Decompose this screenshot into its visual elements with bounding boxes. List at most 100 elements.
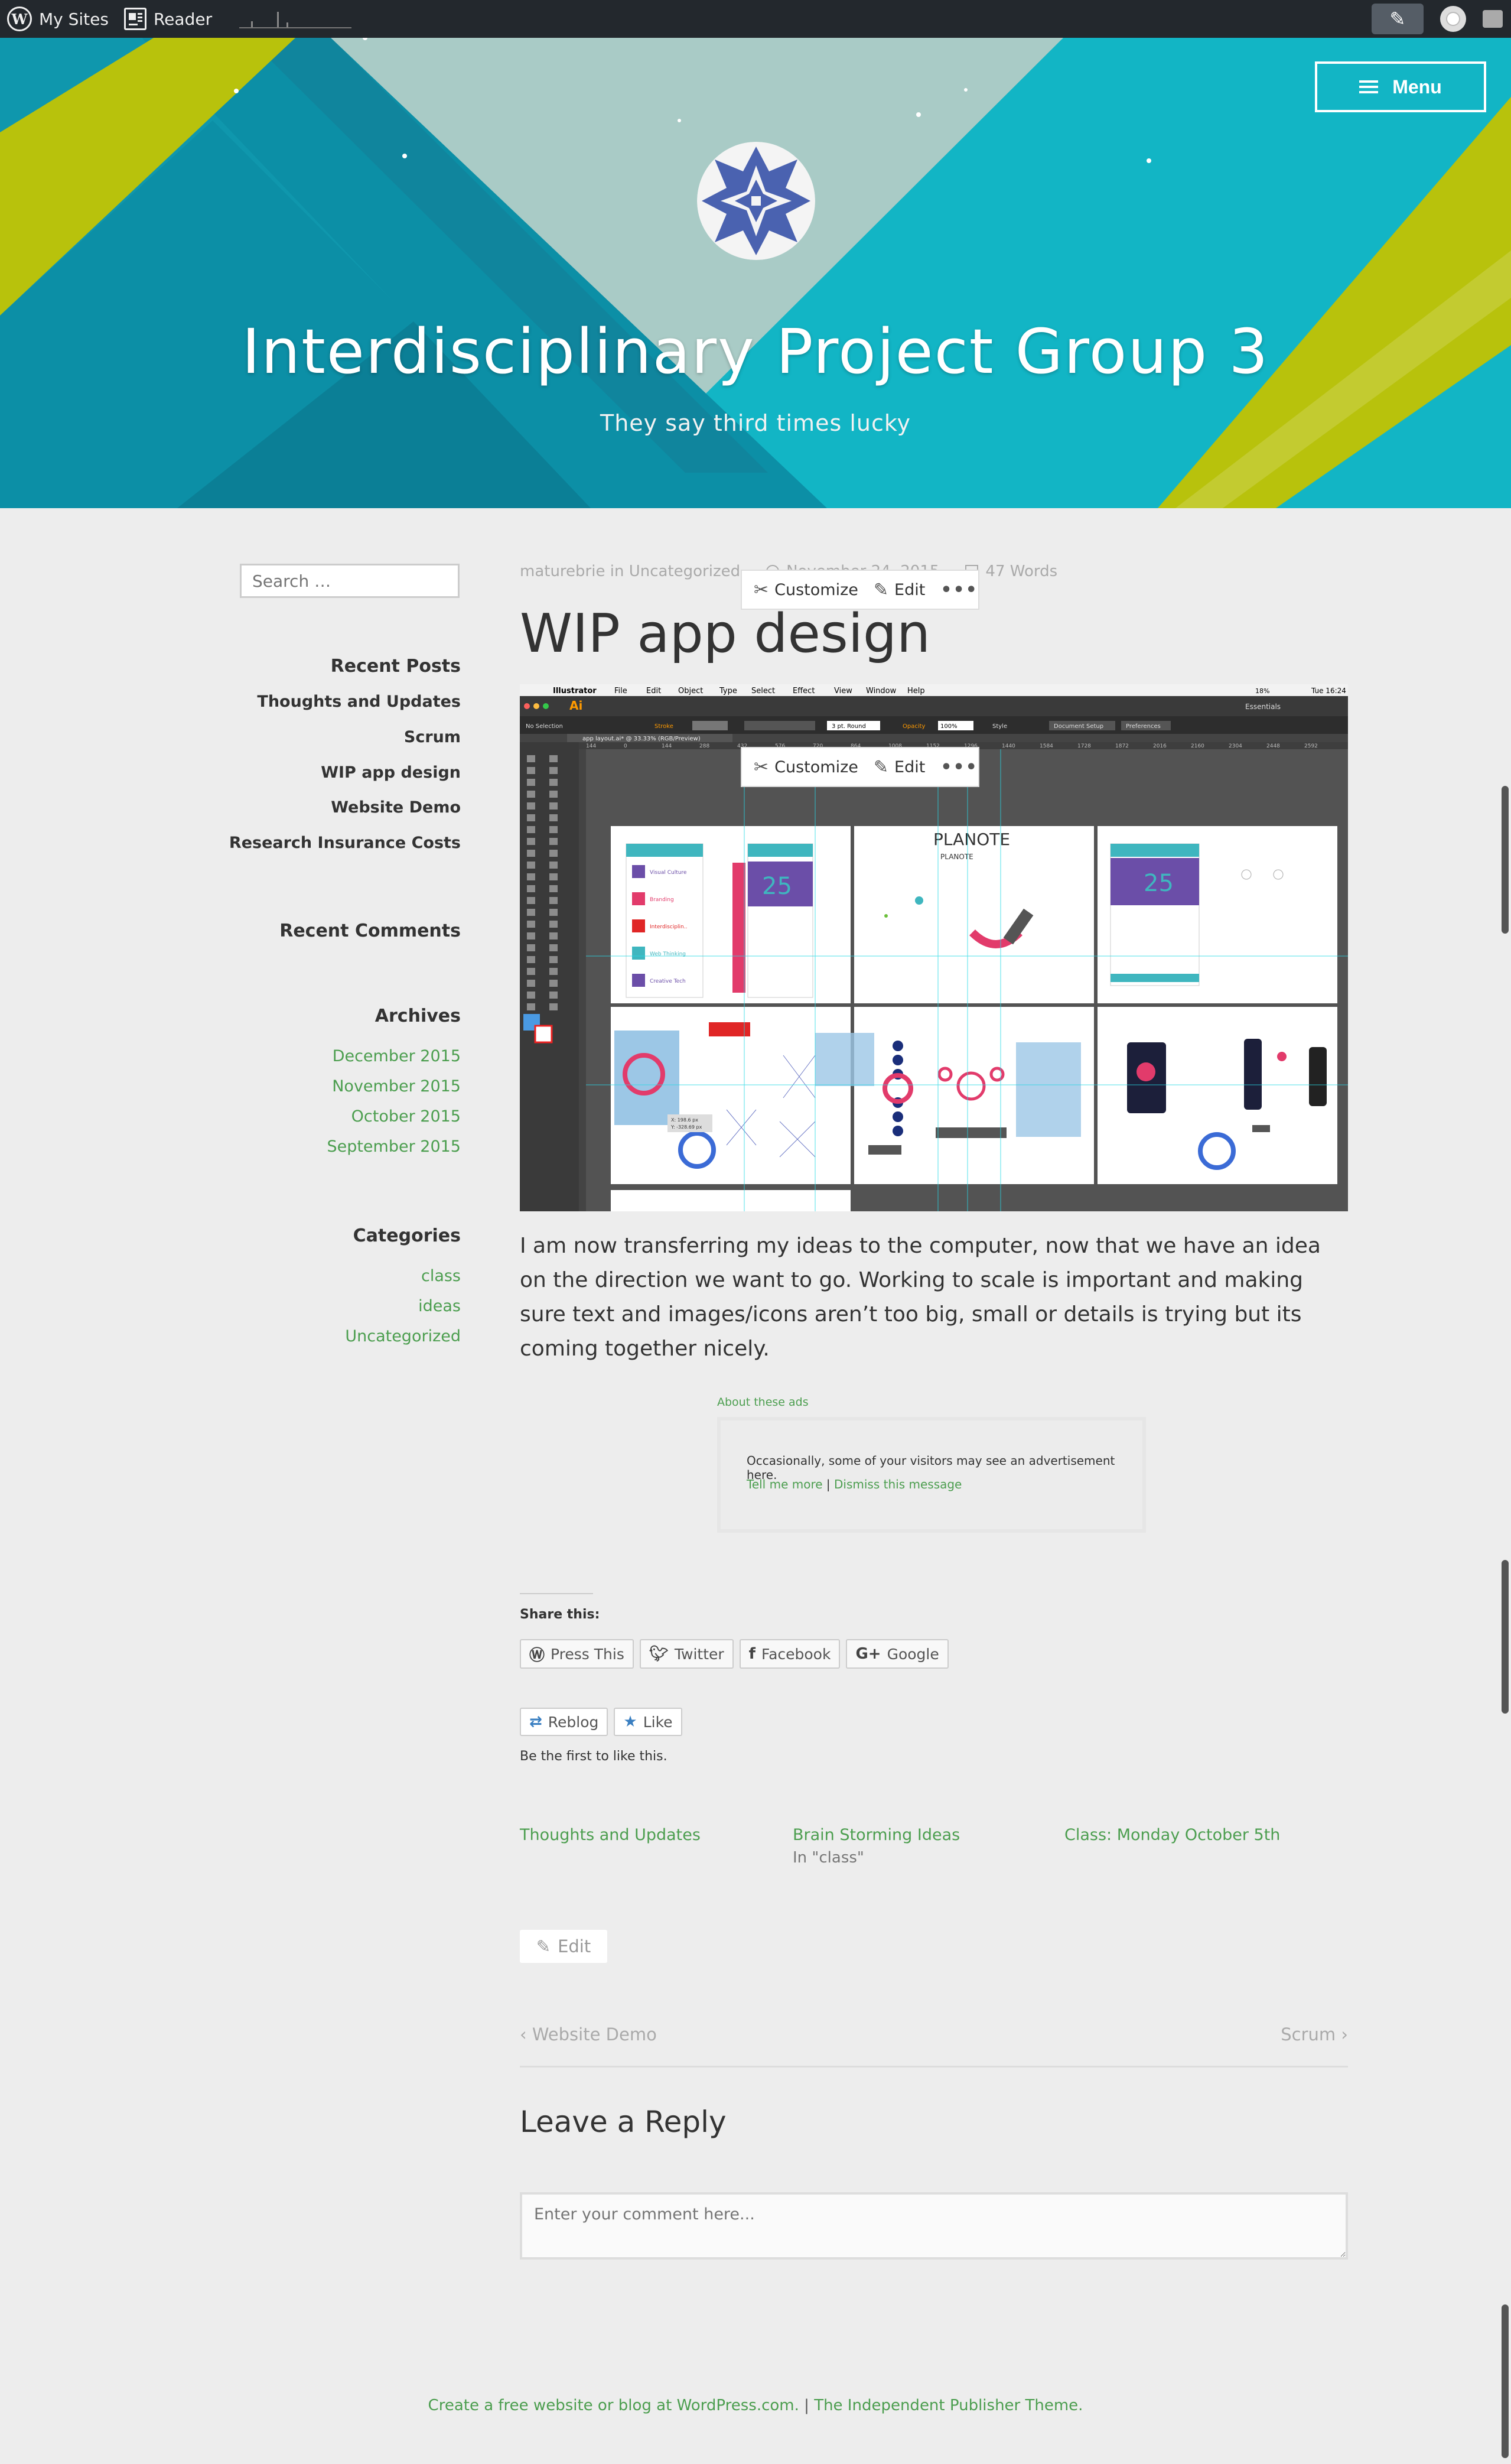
scrollbar-thumb[interactable] — [1502, 2304, 1509, 2458]
user-avatar[interactable] — [1440, 6, 1466, 32]
illustrator-menu-item: Type — [719, 687, 737, 695]
list-item-label: Creative Tech — [650, 979, 686, 984]
illustrator-stroke-label: Stroke — [654, 723, 673, 730]
illustrator-tool-icon — [527, 755, 535, 762]
customize-button[interactable]: ✂ Customize — [754, 580, 858, 600]
recent-post-link[interactable]: Scrum — [229, 728, 461, 763]
illustrator-tool-icon — [549, 767, 558, 774]
google-button[interactable]: G+ Google — [846, 1639, 949, 1669]
recent-posts-list: Thoughts and Updates Scrum WIP app desig… — [229, 693, 461, 869]
block-toolbar: ✂ Customize ✎ Edit ••• — [741, 747, 979, 787]
edit-button[interactable]: ✎ Edit — [874, 757, 925, 778]
illustrator-tool-icon — [549, 1003, 558, 1010]
post-category[interactable]: Uncategorized — [629, 563, 740, 580]
illustrator-tool-icon — [549, 791, 558, 798]
illustrator-tool-icon — [549, 932, 558, 940]
illustrator-tool-icon — [527, 802, 535, 810]
illustrator-tool-icon — [549, 885, 558, 892]
illustrator-app-name: Illustrator — [553, 687, 597, 695]
post-author[interactable]: maturebrie — [520, 563, 605, 580]
illustrator-menu-item: File — [614, 687, 627, 695]
edit-post-button[interactable]: ✎ Edit — [520, 1930, 607, 1963]
reply-title: Leave a Reply — [520, 2105, 727, 2139]
tell-more-link[interactable]: Tell me more — [747, 1477, 823, 1491]
illustrator-document-setup: Document Setup — [1054, 723, 1103, 730]
edit-button[interactable]: ✎ Edit — [874, 580, 925, 600]
ad-link-separator: | — [826, 1477, 831, 1491]
recent-post-link[interactable]: WIP app design — [229, 763, 461, 798]
more-options-icon[interactable]: ••• — [940, 580, 978, 600]
scrollbar-thumb[interactable] — [1502, 786, 1509, 934]
recent-post-link[interactable]: Thoughts and Updates — [229, 693, 461, 728]
illustrator-menu-item: Help — [907, 687, 925, 695]
dismiss-message-link[interactable]: Dismiss this message — [834, 1477, 962, 1491]
ruler-tick-label: 2016 — [1153, 743, 1167, 749]
search-input[interactable] — [240, 564, 460, 598]
more-options-icon[interactable]: ••• — [940, 757, 978, 778]
site-logo[interactable] — [697, 142, 815, 260]
category-link[interactable]: class — [421, 1267, 461, 1285]
share-buttons: Ⓦ Press This 🐦︎ Twitter f Facebook G+ Google — [520, 1639, 949, 1669]
site-title[interactable]: Interdisciplinary Project Group 3 — [0, 316, 1511, 388]
category-link[interactable]: Uncategorized — [345, 1327, 461, 1345]
like-button[interactable]: ★ Like — [614, 1708, 682, 1736]
illustrator-tool-icon — [527, 862, 535, 869]
reblog-label: Reblog — [548, 1713, 599, 1731]
ruler-tick-label: 144 — [662, 743, 672, 749]
archive-link[interactable]: September 2015 — [327, 1137, 461, 1156]
post-navigation: ‹ Website Demo Scrum › — [520, 2024, 1348, 2068]
twitter-icon: 🐦︎ — [649, 1645, 669, 1663]
reader-menu[interactable]: Reader — [123, 8, 213, 30]
next-post-link[interactable]: Scrum › — [1281, 2024, 1348, 2044]
archive-link[interactable]: December 2015 — [333, 1047, 461, 1065]
pencil-icon: ✎ — [536, 1936, 551, 1956]
press-this-button[interactable]: Ⓦ Press This — [520, 1639, 634, 1669]
reader-label: Reader — [153, 9, 213, 29]
measure-y: Y: -328.69 px — [670, 1124, 702, 1130]
previous-post-link[interactable]: ‹ Website Demo — [520, 2024, 657, 2044]
illustrator-clock: Tue 16:24 — [1311, 687, 1346, 695]
scrollbar-thumb[interactable] — [1502, 1560, 1509, 1714]
ruler-tick-label: 1440 — [1002, 743, 1015, 749]
sidebar: Recent Posts Thoughts and Updates Scrum … — [229, 564, 461, 1345]
twitter-button[interactable]: 🐦︎ Twitter — [639, 1639, 734, 1669]
stats-sparkline[interactable] — [239, 9, 352, 28]
list-item-icon — [632, 947, 645, 960]
customize-button[interactable]: ✂ Customize — [754, 757, 858, 778]
footer-separator: | — [804, 2397, 809, 2414]
list-item-label: Branding — [650, 897, 674, 903]
illustrator-tool-icon — [527, 897, 535, 904]
like-buttons: ⇄ Reblog ★ Like — [520, 1708, 682, 1736]
edit-label: Edit — [894, 580, 926, 599]
facebook-button[interactable]: f Facebook — [739, 1639, 841, 1669]
menu-button[interactable]: Menu — [1315, 61, 1486, 112]
related-post-link[interactable]: Class: Monday October 5th — [1064, 1826, 1280, 1844]
illustrator-tool-icon — [527, 885, 535, 892]
theme-credit-link[interactable]: The Independent Publisher Theme. — [814, 2397, 1083, 2414]
user-icon — [1447, 13, 1459, 25]
recent-post-link[interactable]: Research Insurance Costs — [229, 834, 461, 869]
notifications-icon[interactable] — [1483, 10, 1503, 28]
my-sites-menu[interactable]: W My Sites — [7, 6, 109, 31]
reblog-button[interactable]: ⇄ Reblog — [520, 1708, 608, 1736]
wordpress-credit-link[interactable]: Create a free website or blog at WordPre… — [428, 2397, 799, 2414]
illustrator-tool-icon — [549, 873, 558, 880]
hamburger-icon — [1359, 80, 1379, 93]
illustrator-preferences: Preferences — [1126, 723, 1161, 730]
recent-post-link[interactable]: Website Demo — [229, 798, 461, 834]
archive-link[interactable]: November 2015 — [332, 1077, 461, 1096]
archive-link[interactable]: October 2015 — [351, 1107, 461, 1126]
post-title: WIP app design — [520, 603, 930, 665]
share-section: Share this: — [520, 1593, 600, 1622]
like-note: Be the first to like this. — [520, 1749, 667, 1764]
press-this-label: Press This — [551, 1645, 624, 1663]
related-post-context: In "class" — [793, 1849, 864, 1867]
category-link[interactable]: ideas — [418, 1297, 461, 1315]
related-post-link[interactable]: Thoughts and Updates — [520, 1826, 701, 1844]
illustrator-tool-icon — [527, 980, 535, 987]
write-post-button[interactable]: ✎ — [1372, 4, 1424, 34]
related-post-link[interactable]: Brain Storming Ideas — [793, 1826, 960, 1844]
illustrator-tool-icon — [549, 779, 558, 786]
about-ads-link[interactable]: About these ads — [717, 1396, 1148, 1409]
comment-textarea[interactable] — [520, 2192, 1348, 2260]
